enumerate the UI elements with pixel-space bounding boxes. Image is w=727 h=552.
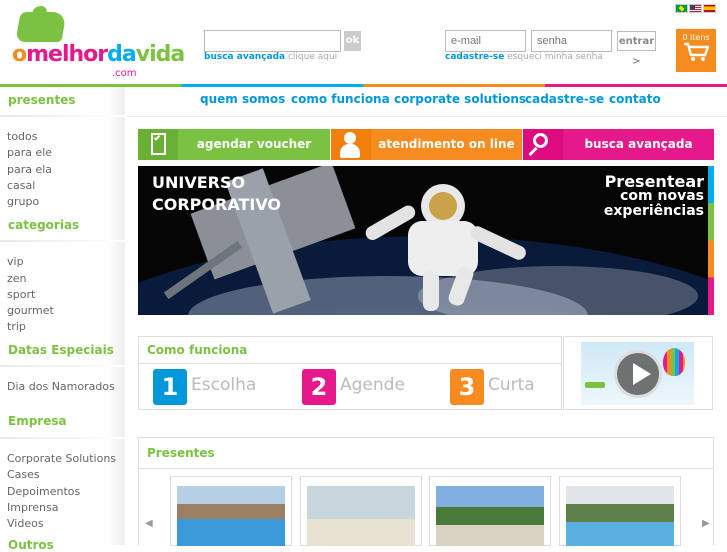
sidebar-heading-outros: Outros: [8, 538, 54, 552]
gift-card-4[interactable]: [559, 476, 681, 546]
como-funciona-panel: Como funciona 1 Escolha 2 Agende 3 Curta: [138, 336, 562, 410]
como-funciona-title: Como funciona: [147, 343, 248, 357]
sidebar: presentes todos para ele para ela casal …: [0, 87, 125, 552]
nav-como-funciona[interactable]: como funciona: [291, 92, 390, 106]
villa-pool-image: [566, 486, 674, 546]
banner-left-text: UNIVERSO CORPORATIVO: [152, 173, 282, 214]
hero-banner[interactable]: UNIVERSO CORPORATIVO Presentear com novas e…: [138, 166, 714, 315]
cart-count: 0 itens: [682, 33, 710, 42]
step-3-badge: 3: [450, 369, 484, 405]
logo[interactable]: omelhordavida .com: [12, 12, 185, 79]
sidebar-item-imprensa[interactable]: Imprensa: [7, 501, 58, 514]
sidebar-item-trip[interactable]: trip: [7, 320, 26, 333]
search-input[interactable]: [204, 30, 341, 52]
step-1-label: Escolha: [191, 375, 257, 395]
step-2-label: Agende: [340, 375, 405, 395]
carousel-next-icon[interactable]: ▶: [702, 518, 710, 529]
gift-card-1[interactable]: [170, 476, 292, 546]
sidebar-heading-categorias: categorias: [8, 218, 80, 232]
brazil-flag-icon[interactable]: [675, 4, 688, 13]
step-2-badge: 2: [302, 369, 336, 405]
signup-forgot-links[interactable]: cadastre-se esqueci minha senha: [445, 52, 603, 62]
person-icon: [331, 129, 371, 160]
presentes-title: Presentes: [147, 446, 215, 460]
sidebar-item-corporate-solutions[interactable]: Corporate Solutions: [7, 452, 116, 465]
spain-flag-icon[interactable]: [703, 4, 716, 13]
sidebar-item-cases[interactable]: Cases: [7, 468, 40, 481]
logo-mini-icon: [585, 382, 605, 388]
sidebar-item-depoimentos[interactable]: Depoimentos: [7, 485, 80, 498]
sidebar-heading-datas: Datas Especiais: [8, 343, 114, 357]
cart-icon: [684, 42, 710, 61]
step-1-badge: 1: [153, 369, 187, 405]
palm-hotel-image: [436, 486, 544, 546]
sidebar-item-vip[interactable]: vip: [7, 255, 24, 268]
banner-right-text: Presentear com novas experiências: [603, 172, 704, 219]
logo-domain: .com: [112, 68, 137, 79]
video-thumbnail[interactable]: [563, 336, 713, 410]
cart-button[interactable]: 0 itens: [676, 29, 716, 72]
skydive-image: [307, 486, 415, 546]
step-3-label: Curta: [488, 375, 535, 395]
usa-flag-icon[interactable]: [689, 4, 702, 13]
sidebar-item-zen[interactable]: zen: [7, 272, 27, 285]
puzzle-piece-icon: [15, 12, 67, 42]
sidebar-heading-presentes: presentes: [8, 93, 76, 107]
voucher-icon: [138, 129, 178, 160]
balloon-icon: [663, 348, 685, 376]
gift-card-2[interactable]: [300, 476, 422, 546]
password-field[interactable]: [531, 30, 612, 52]
login-button[interactable]: entrar >: [617, 31, 656, 67]
sidebar-item-gourmet[interactable]: gourmet: [7, 304, 54, 317]
sidebar-item-grupo[interactable]: grupo: [7, 195, 39, 208]
nav-cadastre-se[interactable]: cadastre-se: [525, 92, 604, 106]
sidebar-item-videos[interactable]: Videos: [7, 517, 44, 530]
sidebar-item-para-ela[interactable]: para ela: [7, 163, 52, 176]
agendar-voucher-button[interactable]: agendar voucher: [138, 129, 330, 160]
nav-corporate-solutions[interactable]: corporate solutions: [394, 92, 526, 106]
nav-contato[interactable]: contato: [609, 92, 661, 106]
sidebar-heading-empresa: Empresa: [8, 414, 67, 428]
gift-card-3[interactable]: [429, 476, 551, 546]
atendimento-online-button[interactable]: atendimento on line: [331, 129, 522, 160]
carousel-prev-icon[interactable]: ◀: [145, 518, 153, 529]
presentes-carousel: Presentes ◀ ▶: [138, 437, 714, 546]
nav-quem-somos[interactable]: quem somos: [200, 92, 285, 106]
resort-pool-image: [177, 486, 285, 546]
search-ok-button[interactable]: ok: [344, 31, 361, 51]
sidebar-item-para-ele[interactable]: para ele: [7, 146, 52, 159]
email-field[interactable]: [445, 30, 526, 52]
busca-avancada-button[interactable]: busca avançada: [523, 129, 714, 160]
play-icon[interactable]: [614, 350, 662, 398]
sidebar-item-dia-dos-namorados[interactable]: Dia dos Namorados: [7, 380, 115, 393]
logo-wordmark: omelhordavida: [12, 42, 185, 67]
magnifier-icon: [523, 129, 563, 160]
advanced-search-link[interactable]: busca avançada clique aqui: [204, 52, 337, 62]
sidebar-item-casal[interactable]: casal: [7, 179, 35, 192]
sidebar-item-sport[interactable]: sport: [7, 288, 35, 301]
banner-slider-indicator[interactable]: [708, 166, 714, 315]
sidebar-item-todos[interactable]: todos: [7, 130, 38, 143]
